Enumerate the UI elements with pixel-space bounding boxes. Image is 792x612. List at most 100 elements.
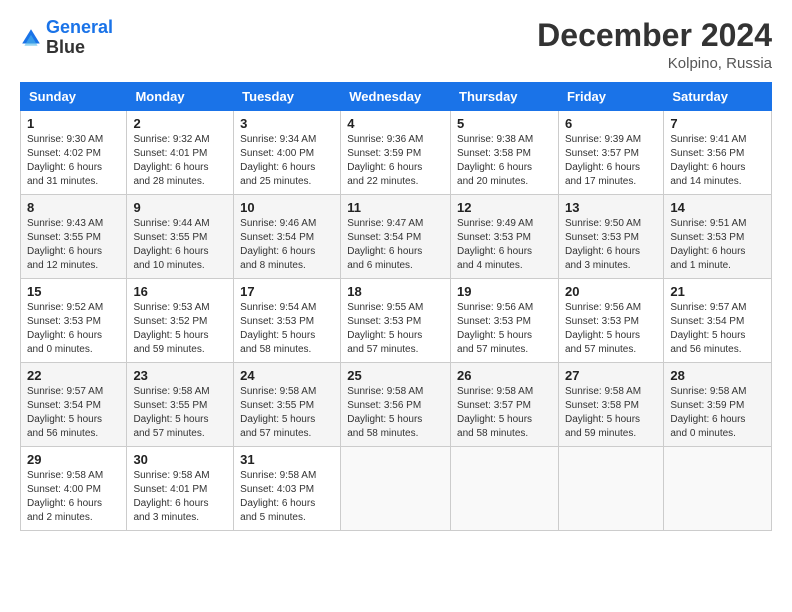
- calendar-cell: 2 Sunrise: 9:32 AM Sunset: 4:01 PM Daylig…: [127, 111, 234, 195]
- location: Kolpino, Russia: [537, 55, 772, 72]
- logo-icon: [20, 27, 42, 49]
- day-number: 22: [27, 368, 120, 383]
- calendar-cell: 15 Sunrise: 9:52 AM Sunset: 3:53 PM Dayli…: [21, 279, 127, 363]
- calendar-cell: 28 Sunrise: 9:58 AM Sunset: 3:59 PM Dayli…: [664, 363, 772, 447]
- day-number: 25: [347, 368, 444, 383]
- week-row-1: 1 Sunrise: 9:30 AM Sunset: 4:02 PM Daylig…: [21, 111, 772, 195]
- calendar-cell: 1 Sunrise: 9:30 AM Sunset: 4:02 PM Daylig…: [21, 111, 127, 195]
- day-info: Sunrise: 9:36 AM Sunset: 3:59 PM Dayligh…: [347, 133, 444, 189]
- day-number: 21: [670, 284, 765, 299]
- week-row-4: 22 Sunrise: 9:57 AM Sunset: 3:54 PM Dayli…: [21, 363, 772, 447]
- day-number: 18: [347, 284, 444, 299]
- calendar-cell: 27 Sunrise: 9:58 AM Sunset: 3:58 PM Dayli…: [558, 363, 663, 447]
- day-number: 28: [670, 368, 765, 383]
- day-info: Sunrise: 9:30 AM Sunset: 4:02 PM Dayligh…: [27, 133, 120, 189]
- day-info: Sunrise: 9:32 AM Sunset: 4:01 PM Dayligh…: [133, 133, 227, 189]
- calendar-cell: 11Sunrise: 9:47 AM Sunset: 3:54 PM Dayli…: [341, 195, 451, 279]
- day-number: 30: [133, 452, 227, 467]
- calendar-cell: 7 Sunrise: 9:41 AM Sunset: 3:56 PM Daylig…: [664, 111, 772, 195]
- day-info: Sunrise: 9:52 AM Sunset: 3:53 PM Dayligh…: [27, 301, 120, 357]
- calendar-cell: 21 Sunrise: 9:57 AM Sunset: 3:54 PM Dayli…: [664, 279, 772, 363]
- day-info: Sunrise: 9:34 AM Sunset: 4:00 PM Dayligh…: [240, 133, 334, 189]
- calendar-cell: 16 Sunrise: 9:53 AM Sunset: 3:52 PM Dayli…: [127, 279, 234, 363]
- logo-text: General Blue: [46, 18, 113, 58]
- day-info: Sunrise: 9:43 AM Sunset: 3:55 PM Dayligh…: [27, 217, 120, 273]
- calendar-cell: 31Sunrise: 9:58 AM Sunset: 4:03 PM Dayli…: [234, 447, 341, 531]
- calendar-cell: 9 Sunrise: 9:44 AM Sunset: 3:55 PM Daylig…: [127, 195, 234, 279]
- day-info: Sunrise: 9:54 AM Sunset: 3:53 PM Dayligh…: [240, 301, 334, 357]
- day-info: Sunrise: 9:57 AM Sunset: 3:54 PM Dayligh…: [27, 385, 120, 441]
- calendar-cell: 10Sunrise: 9:46 AM Sunset: 3:54 PM Dayli…: [234, 195, 341, 279]
- day-number: 8: [27, 200, 120, 215]
- header: General Blue December 2024 Kolpino, Russ…: [20, 18, 772, 72]
- day-number: 2: [133, 116, 227, 131]
- logo: General Blue: [20, 18, 113, 58]
- page: General Blue December 2024 Kolpino, Russ…: [0, 0, 792, 612]
- day-number: 27: [565, 368, 657, 383]
- day-number: 23: [133, 368, 227, 383]
- day-info: Sunrise: 9:53 AM Sunset: 3:52 PM Dayligh…: [133, 301, 227, 357]
- calendar-cell: 14Sunrise: 9:51 AM Sunset: 3:53 PM Dayli…: [664, 195, 772, 279]
- month-title: December 2024: [537, 18, 772, 53]
- day-info: Sunrise: 9:39 AM Sunset: 3:57 PM Dayligh…: [565, 133, 657, 189]
- day-info: Sunrise: 9:58 AM Sunset: 3:55 PM Dayligh…: [240, 385, 334, 441]
- day-info: Sunrise: 9:38 AM Sunset: 3:58 PM Dayligh…: [457, 133, 552, 189]
- calendar-cell: 20Sunrise: 9:56 AM Sunset: 3:53 PM Dayli…: [558, 279, 663, 363]
- calendar-cell: 25Sunrise: 9:58 AM Sunset: 3:56 PM Dayli…: [341, 363, 451, 447]
- day-number: 11: [347, 200, 444, 215]
- calendar-cell: 17Sunrise: 9:54 AM Sunset: 3:53 PM Dayli…: [234, 279, 341, 363]
- title-block: December 2024 Kolpino, Russia: [537, 18, 772, 72]
- day-info: Sunrise: 9:57 AM Sunset: 3:54 PM Dayligh…: [670, 301, 765, 357]
- day-number: 16: [133, 284, 227, 299]
- day-number: 5: [457, 116, 552, 131]
- col-header-saturday: Saturday: [664, 83, 772, 111]
- day-number: 19: [457, 284, 552, 299]
- calendar-cell: 6 Sunrise: 9:39 AM Sunset: 3:57 PM Daylig…: [558, 111, 663, 195]
- day-info: Sunrise: 9:41 AM Sunset: 3:56 PM Dayligh…: [670, 133, 765, 189]
- day-number: 12: [457, 200, 552, 215]
- day-info: Sunrise: 9:58 AM Sunset: 3:57 PM Dayligh…: [457, 385, 552, 441]
- calendar-cell: 18 Sunrise: 9:55 AM Sunset: 3:53 PM Dayli…: [341, 279, 451, 363]
- day-number: 14: [670, 200, 765, 215]
- col-header-sunday: Sunday: [21, 83, 127, 111]
- day-info: Sunrise: 9:49 AM Sunset: 3:53 PM Dayligh…: [457, 217, 552, 273]
- col-header-monday: Monday: [127, 83, 234, 111]
- calendar-cell: 26 Sunrise: 9:58 AM Sunset: 3:57 PM Dayli…: [451, 363, 559, 447]
- day-number: 13: [565, 200, 657, 215]
- day-info: Sunrise: 9:50 AM Sunset: 3:53 PM Dayligh…: [565, 217, 657, 273]
- calendar-cell: [558, 447, 663, 531]
- col-header-wednesday: Wednesday: [341, 83, 451, 111]
- day-info: Sunrise: 9:58 AM Sunset: 3:59 PM Dayligh…: [670, 385, 765, 441]
- day-info: Sunrise: 9:58 AM Sunset: 3:58 PM Dayligh…: [565, 385, 657, 441]
- day-number: 6: [565, 116, 657, 131]
- col-header-friday: Friday: [558, 83, 663, 111]
- day-number: 9: [133, 200, 227, 215]
- day-number: 7: [670, 116, 765, 131]
- week-row-5: 29Sunrise: 9:58 AM Sunset: 4:00 PM Dayli…: [21, 447, 772, 531]
- calendar: SundayMondayTuesdayWednesdayThursdayFrid…: [20, 82, 772, 531]
- calendar-cell: 19Sunrise: 9:56 AM Sunset: 3:53 PM Dayli…: [451, 279, 559, 363]
- calendar-cell: [664, 447, 772, 531]
- calendar-cell: 24 Sunrise: 9:58 AM Sunset: 3:55 PM Dayli…: [234, 363, 341, 447]
- calendar-cell: 29Sunrise: 9:58 AM Sunset: 4:00 PM Dayli…: [21, 447, 127, 531]
- day-number: 1: [27, 116, 120, 131]
- col-header-tuesday: Tuesday: [234, 83, 341, 111]
- day-number: 15: [27, 284, 120, 299]
- calendar-cell: 4 Sunrise: 9:36 AM Sunset: 3:59 PM Daylig…: [341, 111, 451, 195]
- day-number: 24: [240, 368, 334, 383]
- day-number: 29: [27, 452, 120, 467]
- day-info: Sunrise: 9:44 AM Sunset: 3:55 PM Dayligh…: [133, 217, 227, 273]
- day-number: 26: [457, 368, 552, 383]
- calendar-cell: 22 Sunrise: 9:57 AM Sunset: 3:54 PM Dayli…: [21, 363, 127, 447]
- day-info: Sunrise: 9:55 AM Sunset: 3:53 PM Dayligh…: [347, 301, 444, 357]
- day-number: 4: [347, 116, 444, 131]
- calendar-cell: [341, 447, 451, 531]
- week-row-3: 15 Sunrise: 9:52 AM Sunset: 3:53 PM Dayli…: [21, 279, 772, 363]
- col-header-thursday: Thursday: [451, 83, 559, 111]
- calendar-cell: [451, 447, 559, 531]
- calendar-header-row: SundayMondayTuesdayWednesdayThursdayFrid…: [21, 83, 772, 111]
- day-info: Sunrise: 9:58 AM Sunset: 4:01 PM Dayligh…: [133, 469, 227, 525]
- week-row-2: 8 Sunrise: 9:43 AM Sunset: 3:55 PM Daylig…: [21, 195, 772, 279]
- day-number: 20: [565, 284, 657, 299]
- day-number: 10: [240, 200, 334, 215]
